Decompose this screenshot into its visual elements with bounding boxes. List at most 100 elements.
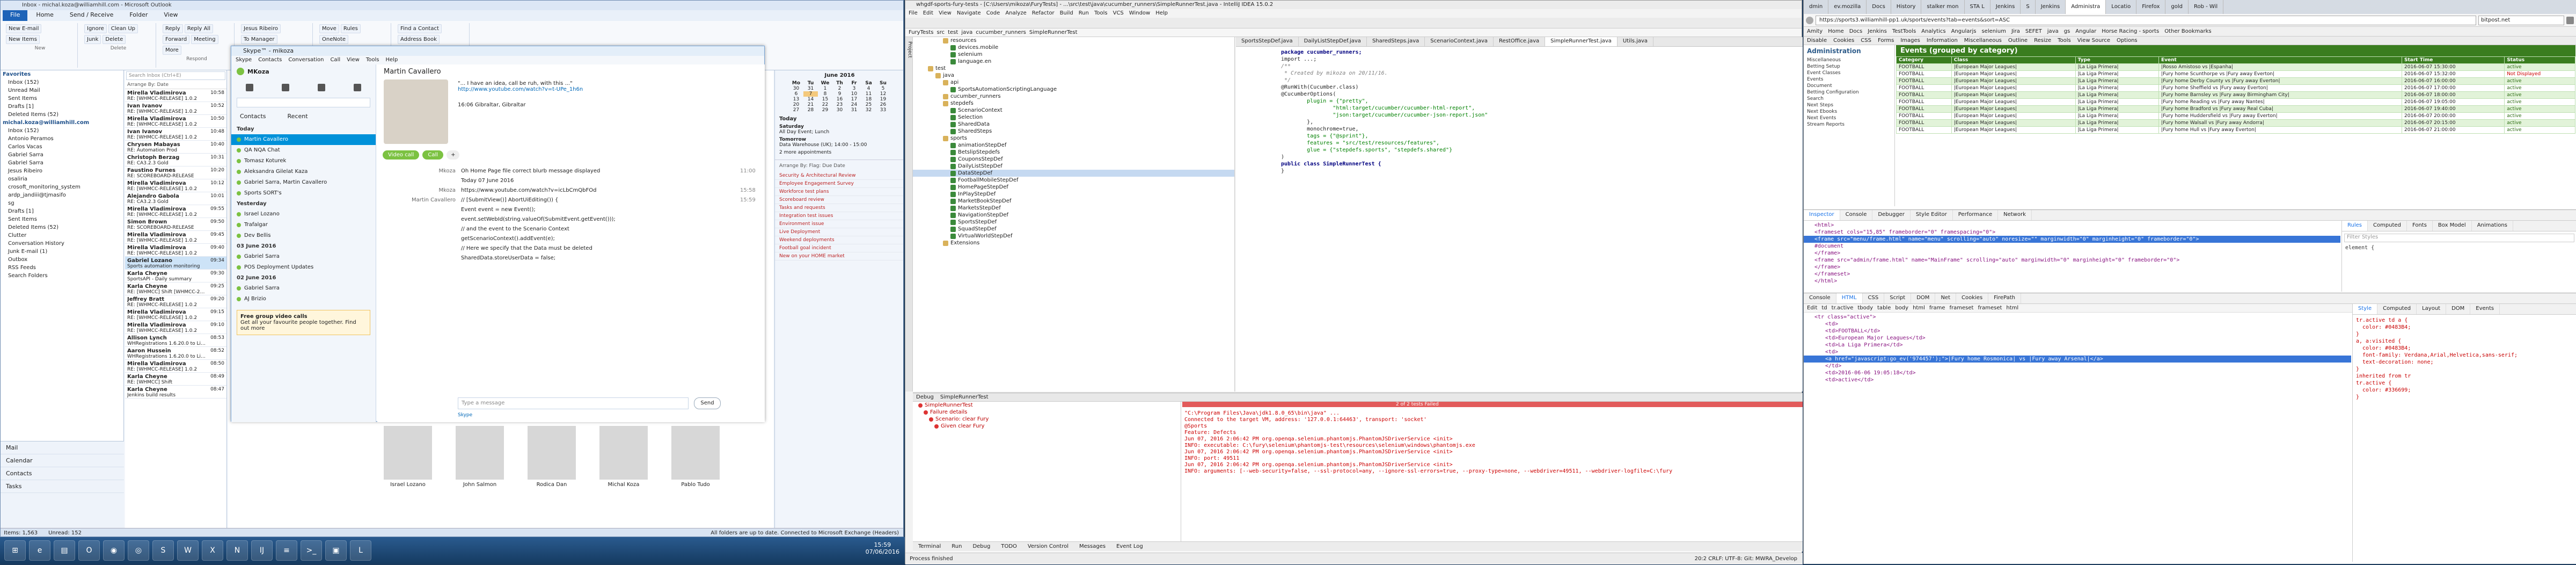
calendar-day[interactable]: 8 <box>818 91 832 97</box>
webdev-menu[interactable]: Images <box>1900 37 1920 45</box>
contact-item[interactable]: Dev Bellis <box>231 230 376 241</box>
firebug-html-line[interactable]: <td>active</td> <box>1804 376 2351 383</box>
mail-folder[interactable]: Gabriel Sarra <box>1 151 123 159</box>
favorite-folder[interactable]: Sent Items <box>1 95 123 103</box>
calendar-day[interactable]: 15 <box>818 97 832 102</box>
ribbon-button[interactable]: Clean Up <box>108 24 138 33</box>
person-card[interactable]: John Salmon <box>456 426 504 488</box>
webdev-menu[interactable]: Information <box>1927 37 1958 45</box>
task-item[interactable]: Integration test issues <box>775 212 903 220</box>
contact-item[interactable]: Gabriel Sarra <box>231 283 376 294</box>
calendar-day[interactable]: 2 <box>832 86 847 91</box>
bookmark-item[interactable]: gs <box>2064 27 2070 36</box>
filter-styles-input[interactable]: Filter Styles <box>2344 234 2574 242</box>
task-item[interactable]: Workforce test plans <box>775 188 903 196</box>
event-link[interactable]: |Fury home Sheffield vs |Fury away Evert… <box>2158 84 2402 92</box>
favorite-folder[interactable]: Unread Mail <box>1 86 123 95</box>
events-row[interactable]: FOOTBALL |European Major Leagues| |La Liga… <box>1896 112 2575 120</box>
favorite-folder[interactable]: Deleted Items (52) <box>1 111 123 119</box>
firebug-html-line[interactable]: <td>FOOTBALL</td> <box>1804 328 2351 335</box>
firefox-icon[interactable]: ◎ <box>128 540 149 561</box>
event-link[interactable]: |Fury home Derby County vs |Fury away Ev… <box>2158 77 2402 85</box>
task-item[interactable]: Security & Architectural Review <box>775 172 903 180</box>
firebug-crumb[interactable]: body <box>1895 304 1908 312</box>
calendar-day[interactable]: 10 <box>847 91 861 97</box>
webdev-menu[interactable]: CSS <box>1861 37 1871 45</box>
tree-node[interactable]: language.en <box>913 58 1234 65</box>
rules-tab[interactable]: Computed <box>2368 221 2407 231</box>
firebug-crumb[interactable]: frameset <box>1950 304 1974 312</box>
calendar-day[interactable]: 24 <box>847 102 861 107</box>
mail-list-item[interactable]: Christoph Berzag RE: CA3.2.3 Gold 10:31 <box>125 154 226 166</box>
markup-line[interactable]: <frame src="menu/frame.html" name="menu"… <box>1804 236 2340 243</box>
markup-line[interactable]: <frameset cols="15,85" frameborder="0" f… <box>1804 229 2340 236</box>
firebug-crumb[interactable]: tbody <box>1857 304 1873 312</box>
firebug-crumb[interactable]: frameset <box>1978 304 2002 312</box>
calendar-day[interactable]: 17 <box>847 97 861 102</box>
firebug-tab[interactable]: CSS <box>1863 293 1885 303</box>
breadcrumb-item[interactable]: SimpleRunnerTest <box>1029 28 1078 37</box>
ide-menu-item[interactable]: Tools <box>1094 9 1108 18</box>
mail-folder[interactable]: Antonio Peramos <box>1 135 123 143</box>
firebug-tab[interactable]: Cookies <box>1956 293 1989 303</box>
appointment[interactable]: 2 more appointments <box>775 149 903 156</box>
ribbon-button[interactable]: New Items <box>6 35 40 44</box>
ribbon-button[interactable]: To Manager <box>241 35 277 44</box>
mail-list-item[interactable]: Mirella Vladimirova RE: [WHMCC-RELEASE] 1… <box>125 89 226 102</box>
webdev-menu[interactable]: Resize <box>2034 37 2051 45</box>
events-header[interactable]: Event <box>2158 56 2402 64</box>
bookmark-item[interactable]: SEFET <box>2025 27 2042 36</box>
person-card[interactable]: Michal Koza <box>599 426 648 488</box>
clock[interactable]: 15:59 07/06/2016 <box>866 541 899 555</box>
folder-icon[interactable]: ▤ <box>54 540 75 561</box>
debug-tab[interactable]: Debug <box>916 393 934 401</box>
tree-node[interactable]: SquadStepDef <box>913 226 1234 233</box>
calendar-day[interactable]: 19 <box>876 97 890 102</box>
cmd-icon[interactable]: >_ <box>301 540 322 561</box>
browser-tab[interactable]: Jenkins <box>2036 0 2066 14</box>
account-header[interactable]: michal.koza@williamhill.com <box>1 119 123 127</box>
contact-item[interactable]: Tomasz Koturek <box>231 156 376 166</box>
browser-tab[interactable]: Docs <box>1867 0 1891 14</box>
ribbon-button[interactable]: OneNote <box>319 35 349 44</box>
events-row[interactable]: FOOTBALL |European Major Leagues| |La Liga… <box>1896 70 2575 78</box>
markup-line[interactable]: </frame> <box>1804 264 2340 271</box>
mail-folder[interactable]: RSS Feeds <box>1 264 123 272</box>
tree-node[interactable]: Selection <box>913 114 1234 121</box>
mail-folder[interactable]: Gabriel Sarra <box>1 159 123 167</box>
start-icon[interactable]: ⊞ <box>4 540 26 561</box>
mail-list-item[interactable]: Simon Brown RE: SCOREBOARD-RELEASE 09:50 <box>125 218 226 231</box>
admin-menu-item[interactable]: Event Classes <box>1804 70 1894 76</box>
event-link[interactable]: |Fury home Hull vs |Fury away Everton| <box>2158 126 2402 134</box>
firebug-html-line[interactable]: <td> <box>1804 349 2351 356</box>
rules-tab[interactable]: Box Model <box>2433 221 2472 231</box>
person-card[interactable]: Rodica Dan <box>528 426 576 488</box>
mood-link[interactable]: http://www.youtube.com/watch?v=t-UPe_1h6… <box>458 86 737 92</box>
events-row[interactable]: FOOTBALL |European Major Leagues| |La Liga… <box>1896 77 2575 85</box>
ribbon-button[interactable]: Reply All <box>184 24 213 33</box>
bookmark-item[interactable]: Analytics <box>1921 27 1945 36</box>
skype-menu-item[interactable]: Call <box>330 56 340 64</box>
editor-tab[interactable]: Utils.java <box>1618 37 1654 46</box>
firebug-html-line[interactable]: <a href="javascript:go_ev('974457');">|F… <box>1804 356 2351 363</box>
appointment[interactable]: Saturday All Day Event; Lunch <box>775 123 903 136</box>
style-tab[interactable]: Computed <box>2377 304 2417 314</box>
mail-folder[interactable]: Search Folders <box>1 272 123 280</box>
tool-window-tab[interactable]: Debug <box>972 542 990 551</box>
test-node[interactable]: Given clear Fury <box>913 423 1181 430</box>
webdev-menu[interactable]: Miscellaneous <box>1964 37 2002 45</box>
events-row[interactable]: FOOTBALL |European Major Leagues| |La Liga… <box>1896 119 2575 127</box>
browser-tab[interactable]: Jenkins <box>1990 0 2021 14</box>
mail-list-item[interactable]: Karla Cheyne Jenkins build results 08:47 <box>125 386 226 399</box>
admin-menu-item[interactable]: Document <box>1804 83 1894 89</box>
calendar-day[interactable]: 21 <box>803 102 818 107</box>
browser-tab[interactable]: History <box>1891 0 1922 14</box>
tool-window-tab[interactable]: Messages <box>1079 542 1106 551</box>
firebug-html-line[interactable]: <tr class="active"> <box>1804 314 2351 321</box>
ribbon-button[interactable]: Meeting <box>191 35 218 44</box>
home-icon[interactable] <box>245 84 253 91</box>
ribbon-button[interactable]: Find a Contact <box>398 24 442 33</box>
skype-tab-contacts[interactable]: Contacts <box>240 113 266 120</box>
skype-menu-item[interactable]: View <box>347 56 360 64</box>
ide-menu-item[interactable]: View <box>939 9 952 18</box>
